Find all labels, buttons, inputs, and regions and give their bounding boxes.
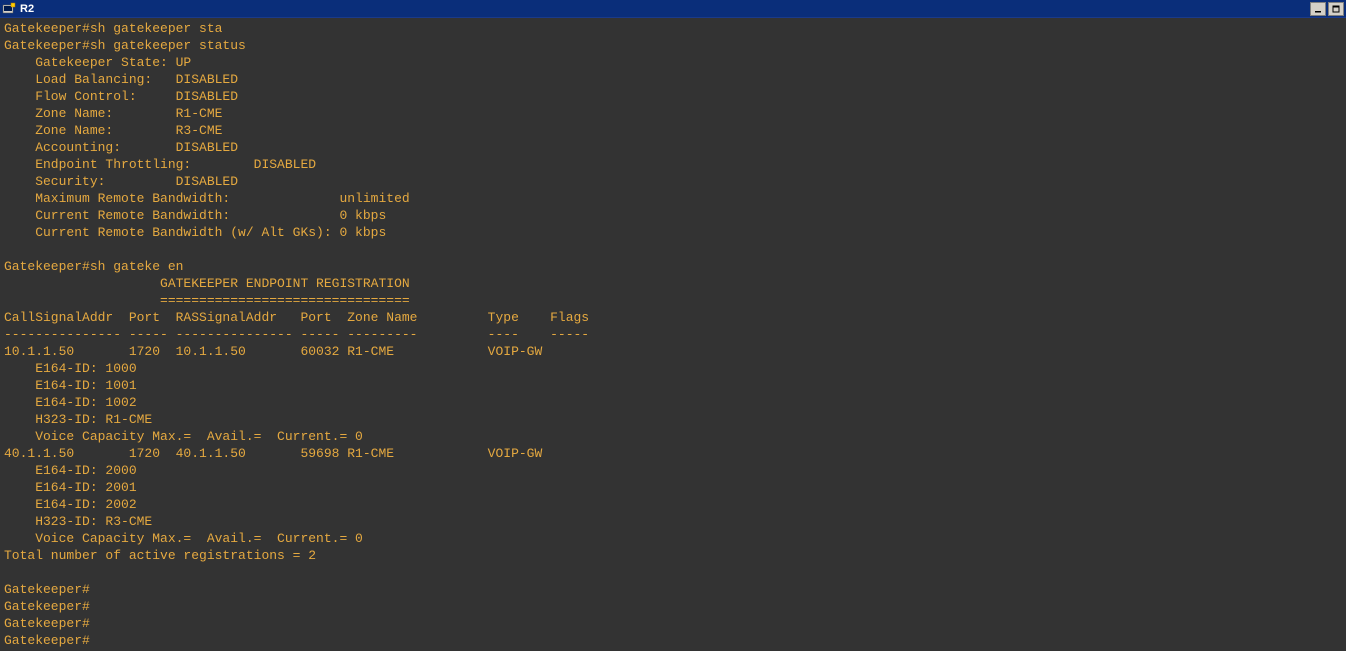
- terminal-line: Gatekeeper#sh gatekeeper sta: [4, 20, 1342, 37]
- terminal-output[interactable]: Gatekeeper#sh gatekeeper staGatekeeper#s…: [0, 18, 1346, 651]
- terminal-line: Zone Name: R1-CME: [4, 105, 1342, 122]
- terminal-line: Gatekeeper#sh gateke en: [4, 258, 1342, 275]
- terminal-line: Gatekeeper State: UP: [4, 54, 1342, 71]
- terminal-line: E164-ID: 1001: [4, 377, 1342, 394]
- terminal-line: E164-ID: 2001: [4, 479, 1342, 496]
- terminal-line: Accounting: DISABLED: [4, 139, 1342, 156]
- titlebar: R2: [0, 0, 1346, 18]
- terminal-line: Current Remote Bandwidth (w/ Alt GKs): 0…: [4, 224, 1342, 241]
- minimize-button[interactable]: [1310, 2, 1326, 16]
- window-controls: [1310, 2, 1344, 16]
- maximize-button[interactable]: [1328, 2, 1344, 16]
- terminal-line: Endpoint Throttling: DISABLED: [4, 156, 1342, 173]
- terminal-line: Load Balancing: DISABLED: [4, 71, 1342, 88]
- terminal-line: 10.1.1.50 1720 10.1.1.50 60032 R1-CME VO…: [4, 343, 1342, 360]
- terminal-line: E164-ID: 1002: [4, 394, 1342, 411]
- terminal-line: Gatekeeper#: [4, 581, 1342, 598]
- terminal-line: GATEKEEPER ENDPOINT REGISTRATION: [4, 275, 1342, 292]
- terminal-line: [4, 241, 1342, 258]
- terminal-line: H323-ID: R3-CME: [4, 513, 1342, 530]
- window-title: R2: [20, 3, 34, 15]
- terminal-line: Voice Capacity Max.= Avail.= Current.= 0: [4, 530, 1342, 547]
- terminal-line: H323-ID: R1-CME: [4, 411, 1342, 428]
- terminal-line: E164-ID: 1000: [4, 360, 1342, 377]
- terminal-line: Zone Name: R3-CME: [4, 122, 1342, 139]
- terminal-line: Gatekeeper#sh gatekeeper status: [4, 37, 1342, 54]
- titlebar-left: R2: [2, 2, 34, 16]
- putty-icon: [2, 2, 16, 16]
- terminal-line: Flow Control: DISABLED: [4, 88, 1342, 105]
- terminal-line: ================================: [4, 292, 1342, 309]
- terminal-line: Voice Capacity Max.= Avail.= Current.= 0: [4, 428, 1342, 445]
- terminal-line: [4, 564, 1342, 581]
- terminal-line: --------------- ----- --------------- --…: [4, 326, 1342, 343]
- terminal-line: 40.1.1.50 1720 40.1.1.50 59698 R1-CME VO…: [4, 445, 1342, 462]
- terminal-line: Gatekeeper#: [4, 632, 1342, 649]
- terminal-line: Total number of active registrations = 2: [4, 547, 1342, 564]
- terminal-line: CallSignalAddr Port RASSignalAddr Port Z…: [4, 309, 1342, 326]
- terminal-line: E164-ID: 2002: [4, 496, 1342, 513]
- terminal-line: Security: DISABLED: [4, 173, 1342, 190]
- terminal-line: Gatekeeper#: [4, 615, 1342, 632]
- terminal-line: E164-ID: 2000: [4, 462, 1342, 479]
- terminal-line: Gatekeeper#: [4, 598, 1342, 615]
- terminal-line: Maximum Remote Bandwidth: unlimited: [4, 190, 1342, 207]
- terminal-line: Current Remote Bandwidth: 0 kbps: [4, 207, 1342, 224]
